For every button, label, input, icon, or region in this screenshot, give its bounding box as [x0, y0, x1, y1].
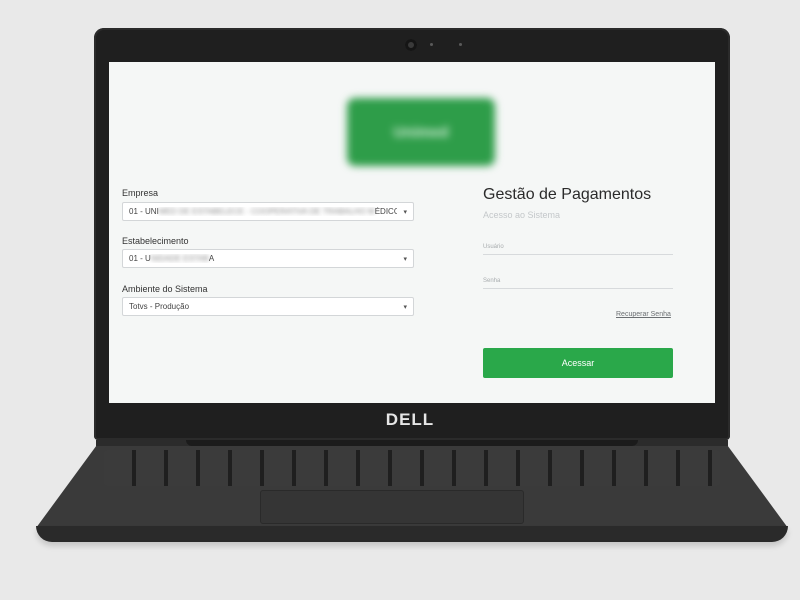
usuario-field[interactable]: Usuário	[483, 244, 673, 255]
blurred-text: MED DE ESTABELECE - COOPERATIVA DE TRABA…	[158, 207, 375, 216]
blurred-text: NIDADE ESTAB	[150, 254, 209, 263]
ambiente-select-value: Totvs - Produção	[129, 302, 190, 311]
usuario-placeholder: Usuário	[483, 244, 504, 250]
sensor-dot	[459, 43, 462, 46]
keyboard	[104, 450, 720, 486]
hinge-shadow	[186, 440, 638, 446]
estabelecimento-select-value: 01 - UNIDADE ESTABA	[129, 254, 215, 263]
laptop-front-edge	[36, 526, 788, 542]
page-subtitle: Acesso ao Sistema	[483, 210, 561, 220]
ambiente-select[interactable]: Totvs - Produção ▾	[122, 297, 414, 316]
empresa-select-value: 01 - UNIMED DE ESTABELECE - COOPERATIVA …	[129, 207, 397, 216]
senha-placeholder: Senha	[483, 278, 501, 284]
estabelecimento-label: Estabelecimento	[122, 236, 189, 246]
sensor-dot	[430, 43, 433, 46]
input-underline	[483, 254, 673, 255]
empresa-select[interactable]: 01 - UNIMED DE ESTABELECE - COOPERATIVA …	[122, 202, 414, 221]
webcam-icon	[405, 39, 417, 51]
screen: Unimed Empresa 01 - UNIMED DE ESTABELECE…	[109, 62, 715, 403]
empresa-label: Empresa	[122, 188, 159, 198]
brand-logo: DELL	[385, 410, 435, 429]
chevron-down-icon: ▾	[403, 303, 407, 311]
page-title: Gestão de Pagamentos	[483, 186, 652, 203]
senha-field[interactable]: Senha	[483, 278, 673, 289]
chevron-down-icon: ▾	[403, 255, 407, 263]
acessar-button[interactable]: Acessar	[483, 348, 673, 378]
touchpad	[260, 490, 524, 524]
chevron-down-icon: ▾	[403, 208, 407, 216]
input-underline	[483, 288, 673, 289]
company-logo: Unimed	[347, 98, 495, 166]
recover-password-link[interactable]: Recuperar Senha	[616, 311, 671, 318]
estabelecimento-select[interactable]: 01 - UNIDADE ESTABA ▾	[122, 249, 414, 268]
ambiente-label: Ambiente do Sistema	[122, 284, 208, 294]
company-logo-text: Unimed	[393, 123, 449, 141]
